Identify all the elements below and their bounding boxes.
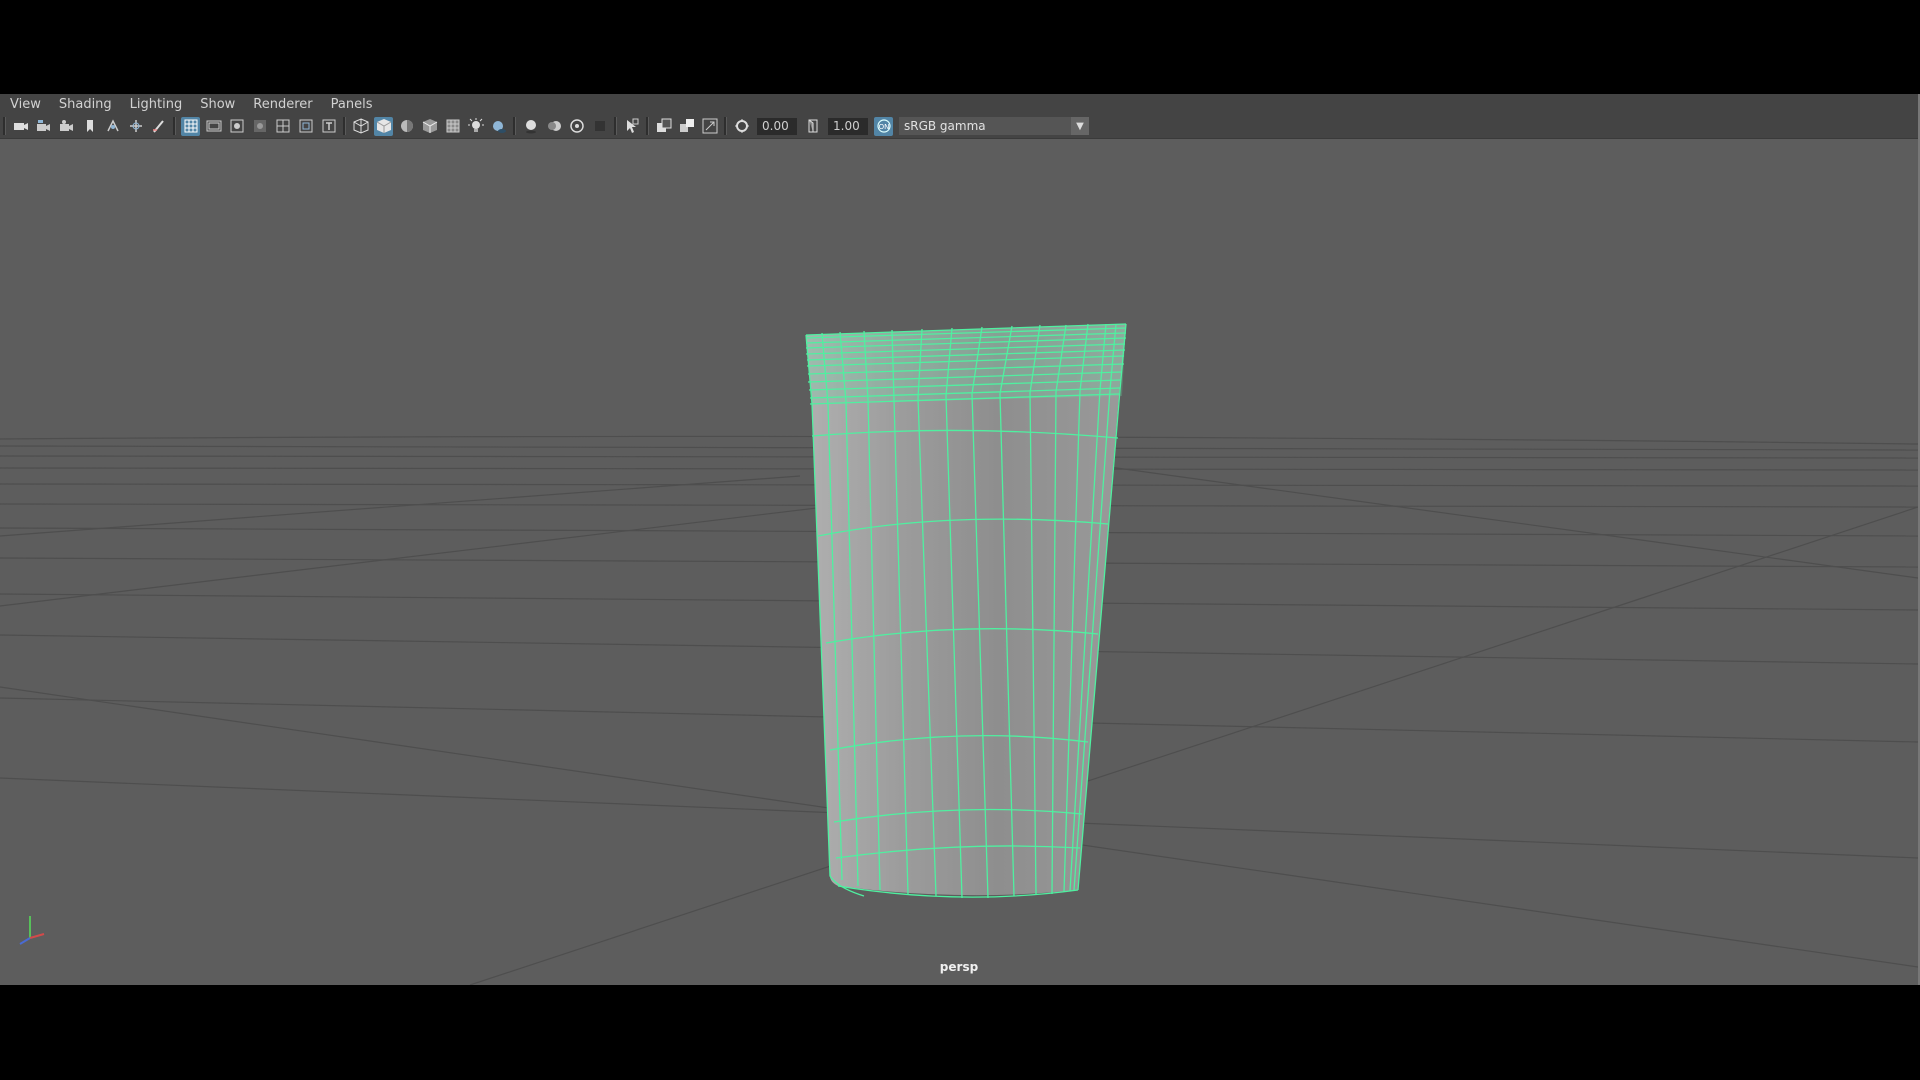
gamma-field[interactable]: 1.00 [828, 117, 868, 135]
toolbar-separator [173, 117, 176, 135]
camera-tumble-icon[interactable] [126, 117, 145, 136]
menu-shading[interactable]: Shading [59, 97, 112, 112]
toolbar-separator [343, 117, 346, 135]
grease-pencil-icon[interactable] [149, 117, 168, 136]
safe-action-icon[interactable] [296, 117, 315, 136]
bookmark-icon[interactable] [57, 117, 76, 136]
menu-renderer[interactable]: Renderer [253, 97, 312, 112]
gate-mask-icon[interactable] [250, 117, 269, 136]
backface-culling-icon[interactable] [700, 117, 719, 136]
smooth-shade-icon[interactable] [374, 116, 393, 136]
default-material-icon[interactable] [397, 117, 416, 136]
anti-aliasing-icon[interactable] [567, 117, 586, 136]
resolution-gate-icon[interactable] [227, 117, 246, 136]
image-plane-icon[interactable] [80, 117, 99, 136]
viewport-scene [0, 323, 1918, 985]
toolbar-separator [646, 117, 649, 135]
toolbar-separator [724, 117, 727, 135]
exposure-field[interactable]: 0.00 [757, 117, 797, 135]
safe-title-icon[interactable] [319, 117, 338, 136]
menu-panels[interactable]: Panels [331, 97, 373, 112]
toolbar-separator [513, 117, 516, 135]
field-chart-icon[interactable] [273, 117, 292, 136]
film-gate-icon[interactable] [204, 117, 223, 136]
colorspace-label: sRGB gamma [904, 119, 986, 133]
panel-toolbar: 0.00 1.00 ON sRGB gamma ▼ [0, 114, 1918, 139]
dropdown-arrow-icon[interactable]: ▼ [1071, 117, 1089, 135]
exposure-icon[interactable] [732, 117, 751, 136]
xray-icon[interactable] [443, 117, 462, 136]
xray-joints-icon[interactable] [654, 117, 673, 136]
panel-menubar: View Shading Lighting Show Renderer Pane… [0, 94, 1918, 114]
screen-space-ao-icon[interactable] [521, 117, 540, 136]
menu-show[interactable]: Show [200, 97, 235, 112]
gamma-icon[interactable] [803, 117, 822, 136]
svg-text:ON: ON [878, 123, 889, 131]
camera-name-label: persp [939, 960, 979, 974]
axis-gizmo-icon [19, 916, 45, 945]
wireframe-on-shaded-icon[interactable] [420, 117, 439, 136]
motion-blur-icon[interactable] [544, 117, 563, 136]
xray-active-icon[interactable] [677, 117, 696, 136]
grid-icon[interactable] [181, 116, 200, 136]
color-management-icon[interactable]: ON [874, 116, 893, 136]
perspective-viewport[interactable] [0, 138, 1918, 985]
menu-lighting[interactable]: Lighting [130, 97, 183, 112]
isolate-select-icon[interactable] [622, 117, 641, 136]
toolbar-separator [3, 117, 6, 135]
toolbar-separator [614, 117, 617, 135]
shadows-icon[interactable] [489, 117, 508, 136]
camera-attributes-icon[interactable] [34, 117, 53, 136]
camera-icon[interactable] [11, 117, 30, 136]
use-all-lights-icon[interactable] [466, 117, 485, 136]
menu-view[interactable]: View [10, 97, 41, 112]
viewport-panel: View Shading Lighting Show Renderer Pane… [0, 94, 1918, 985]
colorspace-dropdown[interactable]: sRGB gamma ▼ [899, 117, 1089, 135]
wireframe-icon[interactable] [351, 117, 370, 136]
camera-pan-icon[interactable] [103, 117, 122, 136]
depth-of-field-icon[interactable] [590, 117, 609, 136]
